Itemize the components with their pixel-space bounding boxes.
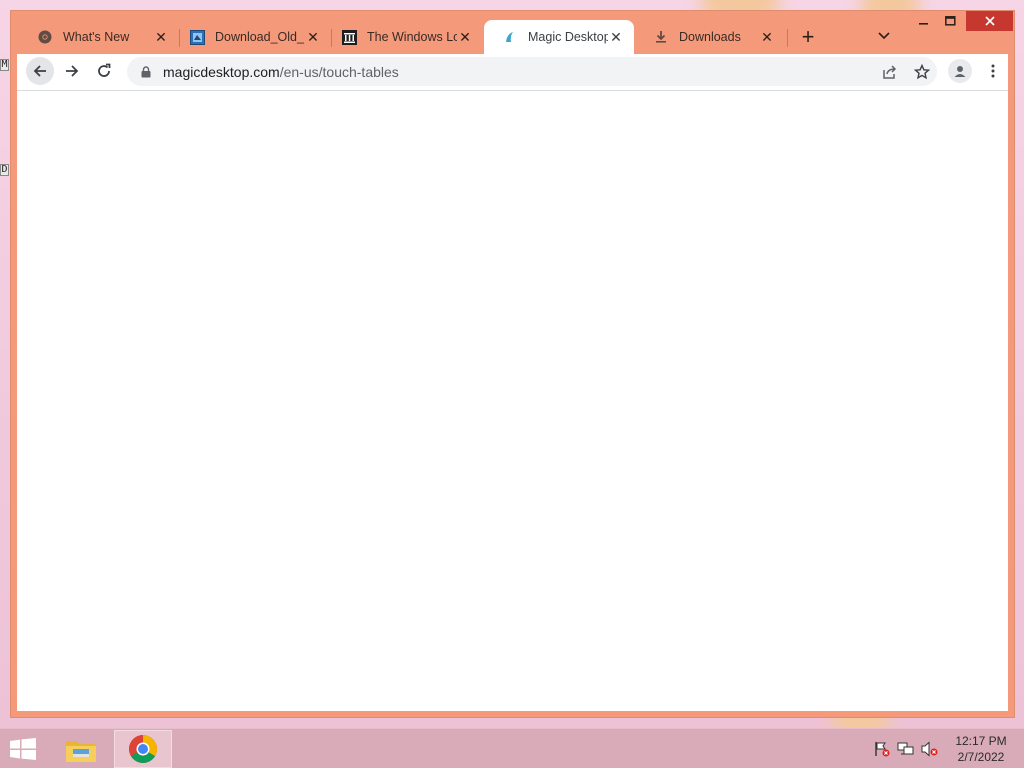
reload-button[interactable] (90, 57, 118, 85)
system-clock[interactable]: 12:17 PM 2/7/2022 (944, 733, 1018, 765)
url-host: magicdesktop.com (163, 63, 280, 80)
back-button[interactable] (26, 57, 54, 85)
museum-icon (341, 29, 357, 45)
tab-title: The Windows Lo (367, 30, 457, 44)
lock-icon[interactable] (139, 65, 153, 79)
close-tab-icon[interactable]: ✕ (457, 29, 473, 45)
chrome-icon (37, 29, 53, 45)
url-text[interactable]: magicdesktop.com/en-us/touch-tables (163, 64, 399, 80)
tab-strip: What's New ✕ Download_Old_I ✕ The Window… (11, 11, 1014, 54)
magic-desktop-icon (502, 29, 518, 45)
tab-whats-new[interactable]: What's New ✕ (19, 20, 179, 54)
clock-time: 12:17 PM (955, 734, 1007, 748)
network-icon[interactable] (897, 740, 915, 758)
taskbar: 12:17 PM 2/7/2022 (0, 728, 1024, 768)
download-icon (653, 29, 669, 45)
tab-title: Download_Old_I (215, 30, 305, 44)
close-tab-icon[interactable]: ✕ (153, 29, 169, 45)
desktop-shortcut-icon[interactable]: D (0, 164, 9, 176)
forward-button[interactable] (58, 57, 86, 85)
desktop-shortcut-icon[interactable]: M (0, 59, 9, 71)
tab-downloads[interactable]: Downloads ✕ (635, 20, 785, 54)
profile-avatar-icon[interactable] (948, 59, 972, 83)
tab-title: What's New (63, 30, 130, 44)
new-tab-button[interactable]: + (795, 24, 821, 50)
reload-icon (98, 63, 111, 77)
arrow-left-icon (33, 65, 46, 77)
bookmark-star-icon[interactable] (913, 63, 931, 81)
tab-separator (787, 29, 788, 47)
clock-date: 2/7/2022 (957, 750, 1005, 764)
close-window-button[interactable] (966, 11, 1013, 31)
arrow-right-icon (66, 65, 79, 77)
tab-title: Downloads (679, 30, 741, 44)
close-tab-icon[interactable]: ✕ (608, 29, 624, 45)
browser-window: What's New ✕ Download_Old_I ✕ The Window… (10, 10, 1015, 718)
volume-muted-icon[interactable] (921, 740, 939, 758)
address-bar[interactable]: magicdesktop.com/en-us/touch-tables (127, 57, 937, 86)
tab-download-old[interactable]: Download_Old_I ✕ (171, 20, 331, 54)
tab-search-chevron-icon[interactable] (873, 25, 895, 47)
browser-toolbar: magicdesktop.com/en-us/touch-tables (17, 54, 1008, 90)
kebab-menu-icon[interactable] (983, 60, 1003, 82)
chrome-taskbar-icon[interactable] (114, 730, 172, 768)
tab-title: Magic Desktop (528, 30, 608, 44)
page-content (17, 90, 1008, 711)
url-path: /en-us/touch-tables (279, 63, 399, 80)
minimize-button[interactable] (911, 11, 937, 31)
share-icon[interactable] (881, 63, 899, 81)
close-tab-icon[interactable]: ✕ (305, 29, 321, 45)
close-tab-icon[interactable]: ✕ (759, 29, 775, 45)
tab-windows-lo[interactable]: The Windows Lo ✕ (323, 20, 483, 54)
tab-magic-desktop[interactable]: Magic Desktop ✕ (484, 20, 634, 54)
maximize-button[interactable] (937, 11, 963, 31)
download-old-site-icon (189, 29, 205, 45)
file-explorer-taskbar-icon[interactable] (58, 730, 104, 768)
action-center-flag-icon[interactable] (873, 740, 891, 758)
start-button-windows-icon[interactable] (6, 735, 40, 763)
